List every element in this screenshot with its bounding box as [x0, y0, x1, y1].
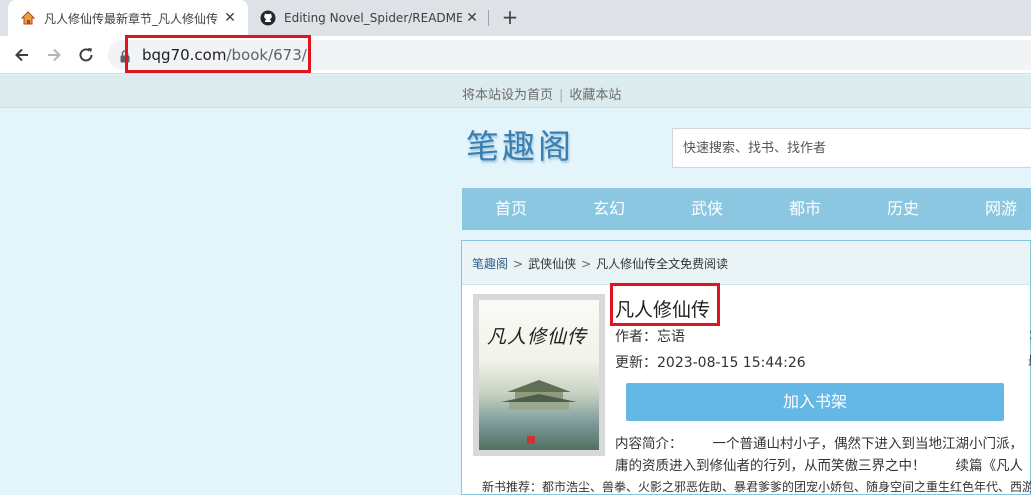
main-nav: 首页 玄幻 武侠 都市 历史 网游 — [462, 188, 1031, 230]
nav-item-home[interactable]: 首页 — [462, 188, 560, 230]
highlight-box-url — [125, 35, 311, 73]
tab-github[interactable]: Editing Novel_Spider/README ✕ — [250, 0, 490, 36]
house-favicon-icon — [20, 10, 36, 26]
breadcrumb-home-link[interactable]: 笔趣阁 — [472, 257, 508, 271]
book-cover-image: 凡人修仙传 — [479, 300, 599, 450]
tab-divider — [488, 10, 489, 26]
intro-label: 内容简介： — [615, 436, 683, 452]
author-name[interactable]: 忘语 — [657, 329, 685, 345]
nav-item-history[interactable]: 历史 — [854, 188, 952, 230]
book-info-panel: 笔趣阁 > 武侠仙侠 > 凡人修仙传全文免费阅读 凡人修仙传 凡人修仙传 作者：忘语 更… — [461, 240, 1031, 495]
set-homepage-link[interactable]: 将本站设为首页 — [462, 88, 553, 103]
recommend-label: 新书推荐： — [482, 480, 543, 494]
updated-label: 更新： — [615, 355, 657, 371]
book-updated-row: 更新：2023-08-15 15:44:26 — [615, 352, 806, 372]
intro-text-line1: 一个普通山村小子，偶然下进入到当地江湖小门派， — [712, 436, 1024, 452]
breadcrumb: 笔趣阁 > 武侠仙侠 > 凡人修仙传全文免费阅读 — [462, 241, 1030, 285]
tab-title: 凡人修仙传最新章节_凡人修仙传 — [44, 11, 219, 26]
author-label: 作者： — [615, 329, 657, 345]
tab-strip: 凡人修仙传最新章节_凡人修仙传 ✕ Editing Novel_Spider/R… — [0, 0, 1031, 36]
cover-seal-stamp — [527, 436, 535, 444]
back-arrow-icon[interactable] — [10, 43, 34, 67]
recommend-list[interactable]: 都市浩尘、兽拳、火影之邪恶佐助、暴君爹爹的团宠小娇包、随身空间之重生红色年代、西… — [542, 480, 1031, 494]
reload-icon[interactable] — [74, 43, 98, 67]
search-input[interactable] — [673, 129, 1031, 167]
intro-text-line2: 庸的资质进入到修仙者的行列，从而笑傲三界之中！ — [615, 458, 926, 474]
nav-item-fantasy[interactable]: 玄幻 — [560, 188, 658, 230]
close-tab-icon[interactable]: ✕ — [220, 10, 240, 26]
cover-palace-illustration — [501, 380, 577, 410]
updated-time: 2023-08-15 15:44:26 — [657, 355, 806, 371]
new-book-recommendations: 新书推荐：都市浩尘、兽拳、火影之邪恶佐助、暴君爹爹的团宠小娇包、随身空间之重生红… — [482, 478, 1031, 495]
breadcrumb-category[interactable]: 武侠仙侠 — [528, 257, 576, 271]
book-cover[interactable]: 凡人修仙传 — [473, 294, 605, 456]
link-separator: | — [559, 88, 564, 103]
add-to-bookshelf-button[interactable]: 加入书架 — [626, 383, 1004, 421]
tab-active[interactable]: 凡人修仙传最新章节_凡人修仙传 ✕ — [8, 0, 248, 36]
breadcrumb-current: 凡人修仙传全文免费阅读 — [596, 257, 729, 271]
site-logo[interactable]: 笔趣阁 — [466, 120, 574, 168]
intro-sequel-text: 续篇《凡人 — [955, 458, 1024, 474]
highlight-box-title — [610, 283, 720, 326]
new-tab-button[interactable]: + — [498, 6, 522, 30]
nav-item-wuxia[interactable]: 武侠 — [658, 188, 756, 230]
book-intro: 内容简介： 一个普通山村小子，偶然下进入到当地江湖小门派， 庸的资质进入到修仙者的… — [615, 433, 1031, 477]
breadcrumb-separator: > — [513, 257, 524, 271]
forward-arrow-icon[interactable] — [42, 43, 66, 67]
close-tab-icon[interactable]: ✕ — [462, 10, 482, 26]
github-icon — [260, 10, 276, 26]
nav-item-online-game[interactable]: 网游 — [952, 188, 1031, 230]
cover-title-text: 凡人修仙传 — [487, 326, 588, 348]
breadcrumb-separator: > — [581, 257, 592, 271]
book-author-row: 作者：忘语 — [615, 326, 685, 346]
bookmark-site-link[interactable]: 收藏本站 — [569, 88, 621, 103]
nav-item-urban[interactable]: 都市 — [756, 188, 854, 230]
search-box[interactable] — [672, 128, 1031, 168]
tab-title: Editing Novel_Spider/README — [284, 11, 462, 25]
top-links-bar: 将本站设为首页 | 收藏本站 — [0, 75, 1031, 108]
